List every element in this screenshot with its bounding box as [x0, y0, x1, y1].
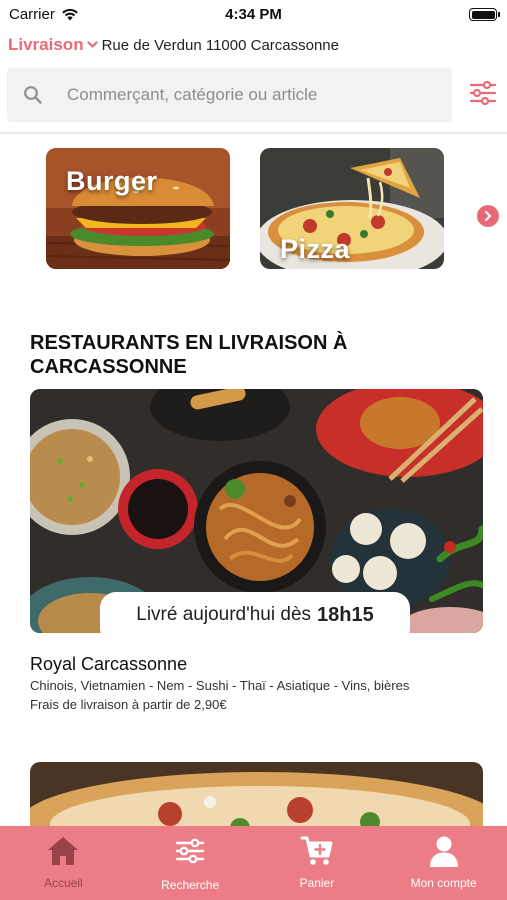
header-divider	[0, 132, 507, 134]
tab-label: Panier	[299, 876, 335, 890]
categories-next-button[interactable]	[477, 205, 499, 227]
chevron-right-icon	[484, 210, 492, 222]
tab-label: Accueil	[44, 876, 83, 890]
restaurant-card[interactable]: Livré aujourd'hui dès 18h15	[30, 389, 483, 633]
delivery-prefix: Livré aujourd'hui dès	[136, 604, 312, 625]
battery-icon	[469, 8, 500, 21]
tab-accueil[interactable]: Accueil	[0, 826, 127, 900]
section-title: RESTAURANTS EN LIVRAISON À CARCASSONNE	[30, 332, 348, 378]
home-icon	[48, 837, 79, 865]
bottom-tab-bar: Accueil Recherche Panier Mon compte	[0, 826, 507, 900]
category-label: Pizza	[280, 234, 351, 264]
tab-mon-compte[interactable]: Mon compte	[380, 826, 507, 900]
delivery-address-bar[interactable]: Livraison Rue de Verdun 11000 Carcassonn…	[8, 34, 499, 56]
tab-recherche[interactable]: Recherche	[127, 826, 254, 900]
delivery-fee: Frais de livraison à partir de 2,90€	[30, 697, 227, 712]
delivery-time-badge: Livré aujourd'hui dès 18h15	[100, 592, 410, 633]
sliders-icon	[469, 80, 497, 106]
delivery-address[interactable]: Rue de Verdun 11000 Carcassonne	[102, 37, 339, 54]
status-time: 4:34 PM	[225, 6, 282, 23]
tab-label: Mon compte	[410, 876, 477, 890]
tab-label: Recherche	[161, 878, 220, 892]
delivery-mode-selector[interactable]: Livraison	[8, 35, 84, 55]
status-bar: Carrier 4:34 PM	[0, 0, 507, 30]
sliders-icon	[175, 838, 205, 864]
tab-panier[interactable]: Panier	[254, 826, 381, 900]
category-card-pizza[interactable]: Pizza	[260, 148, 444, 269]
delivery-time: 18h15	[317, 604, 374, 626]
restaurant-tags: Chinois, Vietnamien - Nem - Sushi - Thaï…	[30, 678, 410, 693]
filter-button[interactable]	[466, 76, 500, 110]
search-icon	[24, 86, 42, 104]
category-card-burger[interactable]: Burger	[46, 148, 230, 269]
cart-icon	[300, 836, 333, 865]
restaurant-name[interactable]: Royal Carcassonne	[30, 654, 187, 675]
user-icon	[429, 836, 458, 867]
chevron-down-icon[interactable]	[86, 41, 98, 49]
search-bar[interactable]	[7, 68, 452, 122]
category-label: Burger	[66, 166, 158, 196]
search-input[interactable]	[67, 68, 437, 122]
